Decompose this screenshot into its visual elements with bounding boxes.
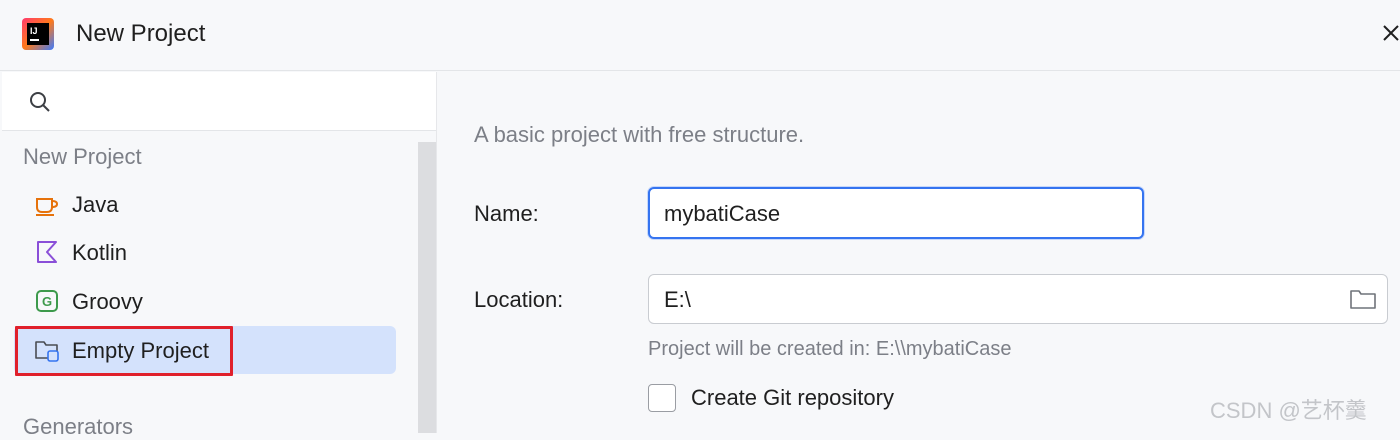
groovy-icon: G [36, 290, 58, 312]
sidebar-item-groovy[interactable]: G Groovy [14, 277, 396, 325]
close-icon[interactable] [1376, 18, 1400, 48]
name-label: Name: [474, 201, 539, 226]
create-git-repo-label[interactable]: Create Git repository [691, 385, 894, 411]
location-field[interactable]: E:\ [648, 274, 1388, 324]
name-field-value: mybatiCase [664, 201, 781, 226]
section-label-new-project: New Project [23, 144, 142, 169]
project-settings-panel: A basic project with free structure. Nam… [437, 72, 1400, 433]
svg-text:G: G [42, 294, 52, 309]
search-icon [30, 92, 50, 112]
intellij-logo-icon: IJ [22, 18, 54, 50]
location-label: Location: [474, 287, 564, 312]
sidebar-item-kotlin[interactable]: Kotlin [14, 228, 396, 276]
title-bar: IJ New Project [0, 0, 1400, 71]
sidebar-item-empty-project[interactable]: Empty Project [14, 326, 396, 376]
search-bar [2, 72, 436, 131]
section-label-generators: Generators [23, 414, 134, 439]
sidebar-item-label: Empty Project [72, 338, 209, 363]
location-hint: Project will be created in: E:\\mybatiCa… [648, 338, 1012, 360]
sidebar-scrollbar[interactable] [418, 142, 436, 433]
search-input[interactable] [62, 82, 426, 122]
java-cup-icon [36, 198, 59, 216]
svg-text:IJ: IJ [30, 26, 38, 36]
sidebar-item-java[interactable]: Java [14, 180, 396, 228]
location-field-value: E:\ [664, 287, 691, 312]
name-field[interactable]: mybatiCase [648, 187, 1144, 239]
sidebar-item-label: Groovy [72, 289, 143, 314]
project-type-sidebar: New Project Java Kotlin G Groovy Empty P… [2, 72, 437, 439]
empty-project-folder-icon [35, 341, 59, 362]
watermark: CSDN @艺杯羹 [1210, 398, 1367, 423]
window-title: New Project [76, 20, 206, 47]
folder-browse-icon[interactable] [1349, 287, 1377, 311]
kotlin-icon [37, 241, 57, 263]
create-git-repo-checkbox[interactable] [648, 384, 676, 412]
project-description: A basic project with free structure. [474, 122, 805, 147]
sidebar-item-label: Java [72, 192, 119, 217]
sidebar-item-label: Kotlin [72, 240, 128, 265]
